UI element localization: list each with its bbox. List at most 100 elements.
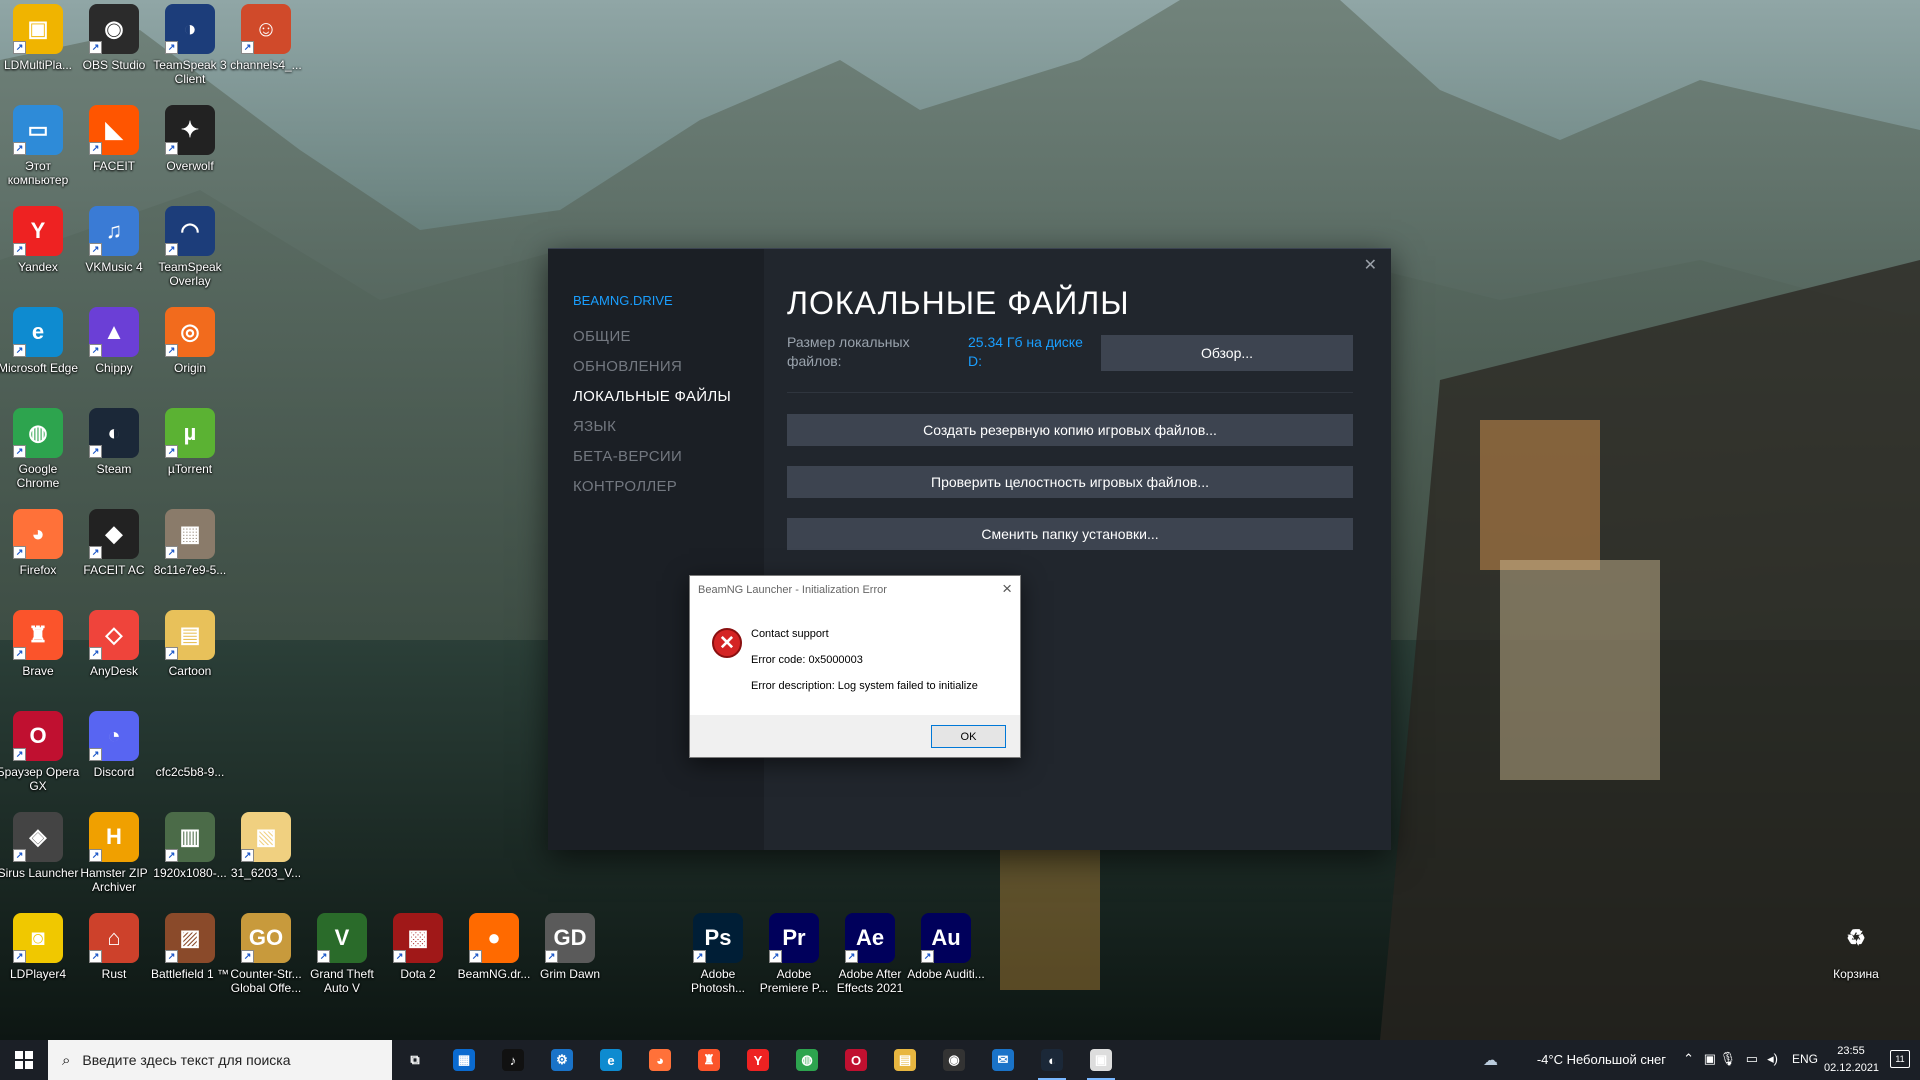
desktop-icon[interactable]: Au ↗ Adobe Auditi...: [904, 913, 988, 981]
desktop-icon[interactable]: ▥ ↗ 1920x1080-...: [148, 812, 232, 880]
shortcut-arrow-icon: ↗: [89, 849, 102, 862]
nav-local-files[interactable]: ЛОКАЛЬНЫЕ ФАЙЛЫ: [573, 388, 731, 405]
desktop-icon[interactable]: ◙ ↗ LDPlayer4: [0, 913, 80, 981]
ok-button[interactable]: OK: [931, 725, 1006, 748]
taskbar-app-chrome[interactable]: ◍: [789, 1045, 825, 1075]
taskbar-app-steam[interactable]: ◐: [1034, 1045, 1070, 1080]
desktop-icon[interactable]: ▲ ↗ Chippy: [72, 307, 156, 375]
desktop-icon[interactable]: ♻ Корзина: [1814, 913, 1898, 982]
close-icon[interactable]: ✕: [1364, 255, 1377, 275]
nav-betas[interactable]: БЕТА-ВЕРСИИ: [573, 448, 682, 465]
chevron-up-icon[interactable]: ⌃: [1683, 1051, 1694, 1067]
desktop-icon[interactable]: ◇ ↗ AnyDesk: [72, 610, 156, 678]
taskbar-app-store[interactable]: ▦: [446, 1045, 482, 1075]
taskbar-app-brave[interactable]: ♜: [691, 1045, 727, 1075]
desktop-icon[interactable]: ◑ ↗ TeamSpeak 3 Client: [148, 4, 232, 86]
desktop-icon[interactable]: ▧ ↗ 31_6203_V...: [224, 812, 308, 880]
browse-button[interactable]: Обзор...: [1101, 335, 1353, 371]
desktop-icon-label: Браузер Opera GX: [0, 765, 80, 793]
desktop-icon[interactable]: ◔ ↗ Discord: [72, 711, 156, 779]
desktop-icon[interactable]: ▭ ↗ Этот компьютер: [0, 105, 80, 187]
desktop-icon[interactable]: cfc2c5b8-9...: [148, 711, 232, 779]
nav-general[interactable]: ОБЩИЕ: [573, 328, 631, 345]
desktop-icon[interactable]: ▩ ↗ Dota 2: [376, 913, 460, 981]
verify-integrity-button[interactable]: Проверить целостность игровых файлов...: [787, 466, 1353, 498]
nav-language[interactable]: ЯЗЫК: [573, 418, 616, 435]
desktop-icon[interactable]: GO ↗ Counter-Str... Global Offe...: [224, 913, 308, 995]
desktop-icon[interactable]: Pr ↗ Adobe Premiere P...: [752, 913, 836, 995]
desktop-icon[interactable]: ♫ ↗ VKMusic 4: [72, 206, 156, 274]
desktop-icon[interactable]: Ps ↗ Adobe Photosh...: [676, 913, 760, 995]
microphone-icon[interactable]: 🎙: [1719, 1051, 1736, 1067]
shortcut-arrow-icon: ↗: [13, 748, 26, 761]
taskbar-app-obs[interactable]: ◉: [936, 1045, 972, 1075]
start-button[interactable]: [0, 1040, 48, 1080]
desktop-icon[interactable]: ⌂ ↗ Rust: [72, 913, 156, 981]
taskbar-app-edge[interactable]: e: [593, 1045, 629, 1075]
desktop-icon[interactable]: ◎ ↗ Origin: [148, 307, 232, 375]
error-code: Error code: 0x5000003: [751, 654, 863, 666]
desktop-icon[interactable]: V ↗ Grand Theft Auto V: [300, 913, 384, 995]
shortcut-arrow-icon: ↗: [13, 344, 26, 357]
taskbar-app-explorer[interactable]: ▤: [887, 1045, 923, 1075]
desktop-icon[interactable]: ◉ ↗ OBS Studio: [72, 4, 156, 72]
desktop-icon[interactable]: ◆ ↗ FACEIT AC: [72, 509, 156, 577]
desktop-icon[interactable]: ▦ ↗ 8c11e7e9-5...: [148, 509, 232, 577]
nav-updates[interactable]: ОБНОВЛЕНИЯ: [573, 358, 682, 375]
desktop-icon[interactable]: ◍ ↗ Google Chrome: [0, 408, 80, 490]
desktop-icon[interactable]: e ↗ Microsoft Edge: [0, 307, 80, 375]
app-icon: Ps ↗: [693, 913, 743, 963]
clock[interactable]: 23:55 02.12.2021: [1824, 1043, 1879, 1077]
taskbar-app-yandex[interactable]: Y: [740, 1045, 776, 1075]
nav-controller[interactable]: КОНТРОЛЛЕР: [573, 478, 677, 495]
app-icon: ◆ ↗: [89, 509, 139, 559]
notification-center-icon[interactable]: 11: [1890, 1050, 1910, 1068]
desktop-icon[interactable]: Y ↗ Yandex: [0, 206, 80, 274]
desktop-icon[interactable]: ▣ ↗ LDMultiPla...: [0, 4, 80, 72]
desktop-icon[interactable]: ◠ ↗ TeamSpeak Overlay: [148, 206, 232, 288]
close-icon[interactable]: ×: [1002, 579, 1012, 599]
desktop-icon[interactable]: ▤ ↗ Cartoon: [148, 610, 232, 678]
game-name: BEAMNG.DRIVE: [573, 293, 673, 308]
desktop-icon[interactable]: µ ↗ µTorrent: [148, 408, 232, 476]
taskbar-app-settings-app[interactable]: ⚙: [544, 1045, 580, 1075]
taskbar-search[interactable]: ⌕ Введите здесь текст для поиска: [48, 1040, 392, 1080]
desktop-icon[interactable]: ● ↗ BeamNG.dr...: [452, 913, 536, 981]
language-indicator[interactable]: ENG: [1792, 1052, 1818, 1066]
desktop-icon[interactable]: ✦ ↗ Overwolf: [148, 105, 232, 173]
weather-text[interactable]: -4°C Небольшой снег: [1537, 1052, 1666, 1067]
move-install-folder-button[interactable]: Сменить папку установки...: [787, 518, 1353, 550]
local-size-value[interactable]: 25.34 Гб на диске D:: [968, 333, 1096, 371]
shortcut-arrow-icon: ↗: [89, 647, 102, 660]
app-icon: ▧ ↗: [241, 812, 291, 862]
desktop-icon[interactable]: ◐ ↗ Steam: [72, 408, 156, 476]
desktop-icon-label: Yandex: [18, 260, 58, 274]
taskbar-app-task-view[interactable]: ⧉: [397, 1045, 433, 1075]
desktop-icon[interactable]: ▨ ↗ Battlefield 1 ™: [148, 913, 232, 981]
desktop-icon[interactable]: GD ↗ Grim Dawn: [528, 913, 612, 981]
taskbar: ⌕ Введите здесь текст для поиска ⧉ ▦ ♪ ⚙ e ◕ ♜…: [0, 1040, 1920, 1080]
tray-app-icon[interactable]: ▣: [1704, 1051, 1716, 1067]
desktop-icon[interactable]: ♜ ↗ Brave: [0, 610, 80, 678]
taskbar-app-opera[interactable]: O: [838, 1045, 874, 1075]
desktop-icon-label: Overwolf: [166, 159, 214, 173]
desktop-icon[interactable]: ◣ ↗ FACEIT: [72, 105, 156, 173]
backup-files-button[interactable]: Создать резервную копию игровых файлов..…: [787, 414, 1353, 446]
desktop-icon[interactable]: Ae ↗ Adobe After Effects 2021: [828, 913, 912, 995]
app-icon: ▣ ↗: [13, 4, 63, 54]
desktop-icon-label: Chippy: [95, 361, 133, 375]
app-icon: V ↗: [317, 913, 367, 963]
taskbar-app-beamng-launcher[interactable]: ▣: [1083, 1045, 1119, 1080]
taskbar-app-firefox[interactable]: ◕: [642, 1045, 678, 1075]
shortcut-arrow-icon: ↗: [13, 243, 26, 256]
desktop-icon[interactable]: O ↗ Браузер Opera GX: [0, 711, 80, 793]
desktop-icon[interactable]: H ↗ Hamster ZIP Archiver: [72, 812, 156, 894]
volume-icon[interactable]: ◂): [1767, 1051, 1778, 1067]
shortcut-arrow-icon: ↗: [89, 142, 102, 155]
taskbar-app-mail[interactable]: ✉: [985, 1045, 1021, 1075]
desktop-icon[interactable]: ◈ ↗ Sirus Launcher: [0, 812, 80, 880]
network-icon[interactable]: ▭: [1746, 1051, 1758, 1067]
desktop-icon[interactable]: ◕ ↗ Firefox: [0, 509, 80, 577]
desktop-icon[interactable]: ☺ ↗ channels4_...: [224, 4, 308, 72]
taskbar-app-tiktok[interactable]: ♪: [495, 1045, 531, 1075]
